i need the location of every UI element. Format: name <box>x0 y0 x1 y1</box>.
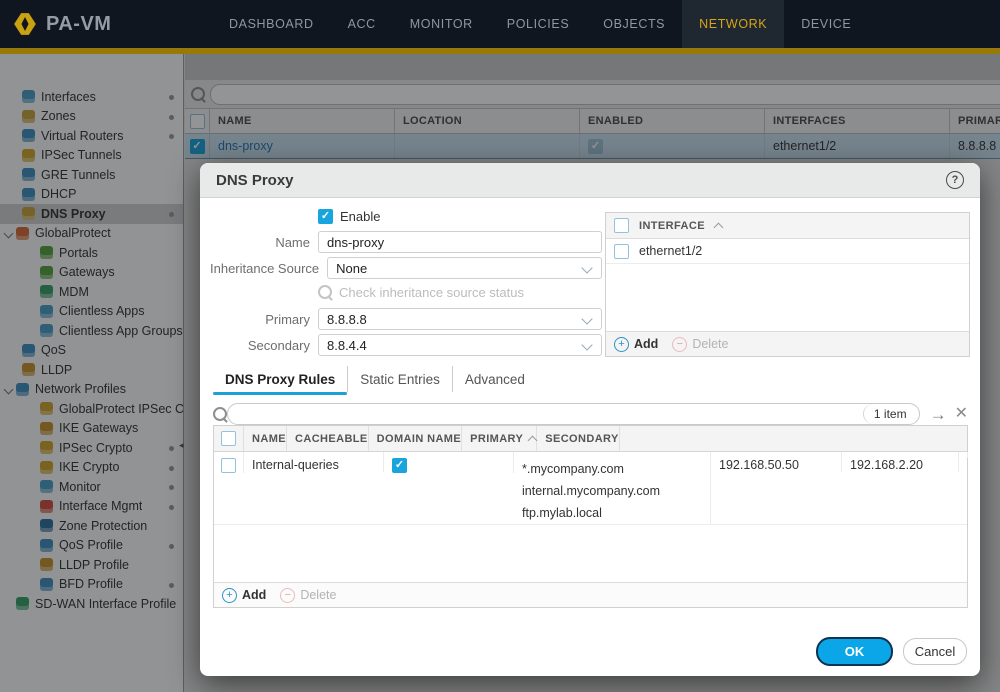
dialog-tab[interactable]: Advanced <box>452 366 537 392</box>
dialog-tabs: DNS Proxy Rules Static Entries Advanced <box>213 366 537 392</box>
interfaces-panel: INTERFACE ethernet1/2 + Add − <box>605 212 970 357</box>
domain-entry: ftp.mylab.local <box>522 502 660 524</box>
rules-header-row: NAME CACHEABLE DOMAIN NAME <box>214 426 967 452</box>
select-all-rules-checkbox[interactable] <box>221 431 236 446</box>
name-field[interactable] <box>318 231 602 253</box>
rules-search-bar: 1 item → ✕ <box>213 403 968 425</box>
rules-column-header[interactable]: DOMAIN NAME <box>369 426 462 451</box>
brand-name: PA-VM <box>46 13 111 36</box>
cancel-button[interactable]: Cancel <box>903 638 967 665</box>
enable-checkbox[interactable] <box>318 209 333 224</box>
rule-secondary: 192.168.2.20 <box>850 458 923 472</box>
nav-tab[interactable]: NETWORK <box>682 0 784 48</box>
inheritance-source-label: Inheritance Source <box>210 261 319 276</box>
dialog-title: DNS Proxy <box>216 172 294 189</box>
nav-tab-label: MONITOR <box>410 17 473 31</box>
nav-tab[interactable]: DEVICE <box>784 0 868 48</box>
add-rule-button[interactable]: + Add <box>222 588 266 603</box>
name-label: Name <box>210 235 310 250</box>
pan-logo-icon <box>12 11 38 37</box>
top-navbar: PA-VM DASHBOARD ACC MONITOR POLICIES <box>0 0 1000 48</box>
chevron-down-icon <box>581 339 592 350</box>
item-count-badge: 1 item <box>863 404 919 424</box>
chevron-down-icon <box>581 313 592 324</box>
help-icon[interactable]: ? <box>946 171 964 189</box>
secondary-row: Secondary 8.8.4.4 <box>210 334 602 356</box>
inheritance-source-select[interactable]: None <box>327 257 602 279</box>
cacheable-checkbox[interactable] <box>392 458 407 473</box>
app-window: PA-VM DASHBOARD ACC MONITOR POLICIES <box>0 0 1000 692</box>
check-inheritance-status-link[interactable]: Check inheritance source status <box>318 285 524 300</box>
nav-tab-label: DEVICE <box>801 17 851 31</box>
inheritance-row: Inheritance Source None <box>210 257 602 279</box>
dialog-title-bar: DNS Proxy ? <box>200 163 980 198</box>
search-icon <box>318 285 332 299</box>
brand[interactable]: PA-VM <box>0 11 111 37</box>
apply-filter-arrow-icon[interactable]: → <box>930 406 947 423</box>
interface-column-header[interactable]: INTERFACE <box>639 220 705 232</box>
primary-label: Primary <box>210 312 310 327</box>
dns-proxy-rules-table: NAME CACHEABLE DOMAIN NAME <box>213 425 968 608</box>
nav-tab[interactable]: ACC <box>331 0 393 48</box>
rules-column-header[interactable]: NAME <box>244 426 287 451</box>
domain-entry: *.mycompany.com <box>522 458 660 480</box>
dialog-tab[interactable]: Static Entries <box>347 366 452 392</box>
nav-tab-label: DASHBOARD <box>229 17 314 31</box>
rules-search-input[interactable]: 1 item <box>227 403 920 425</box>
minus-circle-icon: − <box>280 588 295 603</box>
rules-column-header[interactable]: CACHEABLE <box>287 426 369 451</box>
minus-circle-icon: − <box>672 337 687 352</box>
plus-circle-icon: + <box>614 337 629 352</box>
interface-rows: ethernet1/2 <box>606 239 969 264</box>
domain-entry: internal.mycompany.com <box>522 480 660 502</box>
enable-label: Enable <box>340 209 380 224</box>
rules-column-header[interactable]: PRIMARY <box>462 426 537 451</box>
interface-table-header: INTERFACE <box>606 213 969 239</box>
primary-row: Primary 8.8.8.8 <box>210 308 602 330</box>
chevron-down-icon <box>581 262 592 273</box>
nav-tab-label: OBJECTS <box>603 17 665 31</box>
plus-circle-icon: + <box>222 588 237 603</box>
enable-row: Enable <box>210 207 602 225</box>
rules-rows: Internal-queries *.mycompany.cominternal… <box>214 452 967 525</box>
nav-tab[interactable]: POLICIES <box>490 0 586 48</box>
sort-ascending-icon[interactable] <box>528 435 538 445</box>
nav-tab[interactable]: OBJECTS <box>586 0 682 48</box>
nav-tab-label: POLICIES <box>507 17 569 31</box>
interface-row-checkbox[interactable] <box>614 244 629 259</box>
check-status-row: Check inheritance source status <box>210 284 602 300</box>
search-icon <box>213 407 227 421</box>
clear-filter-icon[interactable]: ✕ <box>955 406 968 422</box>
interface-row[interactable]: ethernet1/2 <box>606 239 969 264</box>
ok-button[interactable]: OK <box>816 637 893 666</box>
rule-name: Internal-queries <box>252 458 339 472</box>
rules-column-header[interactable]: SECONDARY <box>537 426 619 451</box>
delete-rule-button[interactable]: − Delete <box>280 588 336 603</box>
nav-tab-label: ACC <box>348 17 376 31</box>
rule-select-checkbox[interactable] <box>221 458 236 473</box>
delete-interface-button[interactable]: − Delete <box>672 337 728 352</box>
main-nav: DASHBOARD ACC MONITOR POLICIES OBJECTS <box>212 0 868 48</box>
domain-list: *.mycompany.cominternal.mycompany.comftp… <box>522 458 660 524</box>
add-interface-button[interactable]: + Add <box>614 337 658 352</box>
interface-panel-footer: + Add − Delete <box>606 331 969 356</box>
rule-row[interactable]: Internal-queries *.mycompany.cominternal… <box>214 452 967 525</box>
secondary-select[interactable]: 8.8.4.4 <box>318 334 602 356</box>
nav-tab[interactable]: DASHBOARD <box>212 0 331 48</box>
dns-proxy-dialog: DNS Proxy ? Enable Name Inheritance Sour… <box>200 163 980 676</box>
sort-ascending-icon[interactable] <box>713 222 723 232</box>
interface-name: ethernet1/2 <box>639 244 702 258</box>
rule-primary: 192.168.50.50 <box>719 458 799 472</box>
primary-select[interactable]: 8.8.8.8 <box>318 308 602 330</box>
nav-tab-label: NETWORK <box>699 17 767 31</box>
nav-tab[interactable]: MONITOR <box>393 0 490 48</box>
name-row: Name <box>210 231 602 253</box>
dns-proxy-form: Enable Name Inheritance Source None Chec… <box>210 207 602 360</box>
dialog-tab[interactable]: DNS Proxy Rules <box>213 366 347 392</box>
rules-table-footer: + Add − Delete <box>214 582 967 607</box>
secondary-label: Secondary <box>210 338 310 353</box>
select-all-interfaces-checkbox[interactable] <box>614 218 629 233</box>
